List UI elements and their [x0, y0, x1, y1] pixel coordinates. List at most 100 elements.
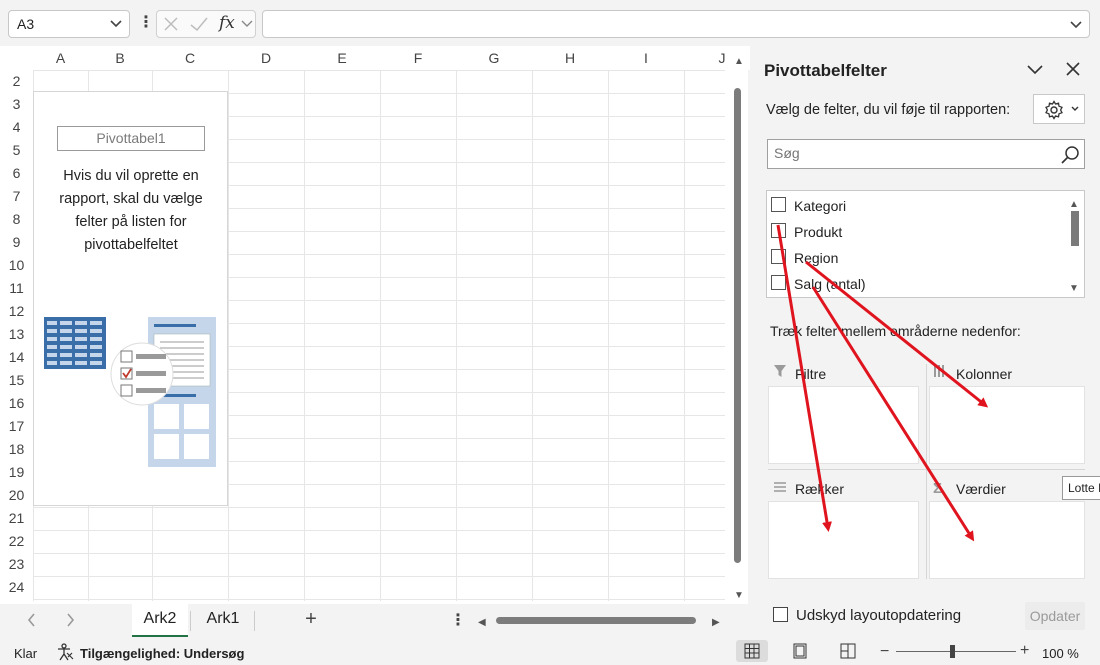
- close-icon[interactable]: [1066, 62, 1080, 76]
- gear-icon: [1044, 100, 1064, 120]
- field-checkbox[interactable]: [771, 275, 786, 290]
- column-header-h[interactable]: H: [532, 46, 608, 70]
- zoom-level[interactable]: 100 %: [1042, 646, 1079, 661]
- normal-view-button[interactable]: [736, 640, 768, 662]
- field-label: Kategori: [794, 198, 847, 214]
- row-header[interactable]: 15: [0, 369, 33, 392]
- chevron-down-icon: [1070, 104, 1080, 114]
- name-box-value: A3: [17, 16, 35, 32]
- expand-formula-bar-icon[interactable]: [1069, 15, 1083, 35]
- accessibility-icon[interactable]: [56, 643, 74, 661]
- filter-icon: [773, 364, 787, 378]
- update-button[interactable]: Opdater: [1025, 602, 1085, 630]
- pivot-table-placeholder[interactable]: Pivottabel1 Hvis du vil oprette en rappo…: [33, 91, 228, 506]
- row-header[interactable]: 18: [0, 438, 33, 461]
- field-list-scrollbar-thumb[interactable]: [1071, 211, 1079, 246]
- row-header[interactable]: 23: [0, 553, 33, 576]
- column-header-g[interactable]: G: [456, 46, 532, 70]
- row-header[interactable]: 6: [0, 162, 33, 185]
- field-item-salg[interactable]: Salg (antal): [771, 272, 1061, 296]
- row-header[interactable]: 11: [0, 277, 33, 300]
- field-checkbox[interactable]: [771, 249, 786, 264]
- next-sheet-icon[interactable]: [64, 612, 76, 628]
- page-break-view-button[interactable]: [832, 640, 864, 662]
- sheet-tab-ark1[interactable]: Ark1: [194, 604, 252, 637]
- column-header-i[interactable]: I: [608, 46, 684, 70]
- zoom-slider-thumb[interactable]: [950, 645, 955, 658]
- more-options-icon[interactable]: ⋮: [450, 610, 466, 630]
- chevron-down-icon[interactable]: [241, 17, 253, 31]
- sheet-tab-ark2[interactable]: Ark2: [132, 604, 188, 637]
- field-settings-button[interactable]: [1033, 94, 1085, 124]
- status-ready: Klar: [14, 646, 38, 661]
- row-header[interactable]: 7: [0, 185, 33, 208]
- zoom-in-icon[interactable]: +: [1020, 642, 1029, 660]
- row-header[interactable]: 9: [0, 231, 33, 254]
- column-header-d[interactable]: D: [228, 46, 304, 70]
- vertical-scrollbar-thumb[interactable]: [734, 88, 741, 563]
- values-drop-zone[interactable]: [929, 501, 1085, 579]
- column-header-a[interactable]: A: [33, 46, 88, 70]
- scroll-down-icon[interactable]: ▼: [734, 586, 744, 601]
- add-sheet-button[interactable]: +: [296, 604, 326, 637]
- formula-input[interactable]: [262, 10, 1090, 38]
- drag-instructions: Træk felter mellem områderne nedenfor:: [770, 323, 1021, 339]
- scroll-left-icon[interactable]: ◀: [478, 613, 486, 628]
- rows-drop-zone[interactable]: [768, 501, 919, 579]
- field-checkbox[interactable]: [771, 197, 786, 212]
- page-layout-view-button[interactable]: [784, 640, 816, 662]
- scroll-right-icon[interactable]: ▶: [712, 613, 720, 628]
- defer-update-checkbox[interactable]: [773, 607, 788, 622]
- worksheet-grid[interactable]: A B C D E F G H I J 2 3 4 5 6 7 8 9 10 1…: [0, 46, 760, 604]
- name-box[interactable]: A3: [8, 10, 130, 38]
- field-label: Produkt: [794, 224, 843, 240]
- scroll-up-icon[interactable]: ▲: [1069, 195, 1079, 210]
- row-header[interactable]: 24: [0, 576, 33, 599]
- pivot-fields-pane: Pivottabelfelter Vælg de felter, du vil …: [750, 46, 1100, 637]
- pivot-table-name: Pivottabel1: [57, 126, 205, 151]
- row-header[interactable]: 8: [0, 208, 33, 231]
- row-header[interactable]: 14: [0, 346, 33, 369]
- row-header[interactable]: 16: [0, 392, 33, 415]
- row-header[interactable]: 2: [0, 70, 33, 93]
- zoom-out-icon[interactable]: −: [880, 643, 889, 661]
- row-header[interactable]: 3: [0, 93, 33, 116]
- columns-drop-zone[interactable]: [929, 386, 1085, 464]
- column-header-c[interactable]: C: [152, 46, 228, 70]
- cancel-icon[interactable]: [163, 16, 179, 32]
- more-options-icon[interactable]: ⋮: [138, 12, 154, 32]
- scroll-down-icon[interactable]: ▼: [1069, 279, 1079, 294]
- horizontal-scrollbar-thumb[interactable]: [496, 617, 696, 624]
- pane-options-chevron-icon[interactable]: [1026, 63, 1044, 77]
- previous-sheet-icon[interactable]: [26, 612, 38, 628]
- row-header[interactable]: 4: [0, 116, 33, 139]
- field-search-input[interactable]: [768, 140, 1048, 166]
- search-icon[interactable]: [1060, 145, 1080, 165]
- column-header-f[interactable]: F: [380, 46, 456, 70]
- column-header-e[interactable]: E: [304, 46, 380, 70]
- row-header[interactable]: 10: [0, 254, 33, 277]
- row-header[interactable]: 22: [0, 530, 33, 553]
- field-checkbox[interactable]: [771, 223, 786, 238]
- accessibility-status[interactable]: Tilgængelighed: Undersøg: [80, 646, 244, 661]
- scroll-up-icon[interactable]: ▲: [734, 52, 744, 67]
- defer-update-label: Udskyd layoutopdatering: [796, 607, 962, 624]
- row-header[interactable]: 5: [0, 139, 33, 162]
- zoom-slider[interactable]: [896, 651, 1016, 652]
- row-header[interactable]: 13: [0, 323, 33, 346]
- column-header-b[interactable]: B: [88, 46, 152, 70]
- field-search[interactable]: [767, 139, 1085, 169]
- field-item-region[interactable]: Region: [771, 246, 1061, 270]
- confirm-icon[interactable]: [189, 16, 209, 32]
- row-header[interactable]: 17: [0, 415, 33, 438]
- column-header-j[interactable]: J: [684, 46, 760, 70]
- row-header[interactable]: 19: [0, 461, 33, 484]
- field-item-kategori[interactable]: Kategori: [771, 194, 1061, 218]
- formula-bar: A3 ⋮ fx: [0, 0, 1100, 46]
- field-item-produkt[interactable]: Produkt: [771, 220, 1061, 244]
- row-header[interactable]: 21: [0, 507, 33, 530]
- filters-drop-zone[interactable]: [768, 386, 919, 464]
- insert-function-icon[interactable]: fx: [219, 13, 235, 33]
- row-header[interactable]: 20: [0, 484, 33, 507]
- row-header[interactable]: 12: [0, 300, 33, 323]
